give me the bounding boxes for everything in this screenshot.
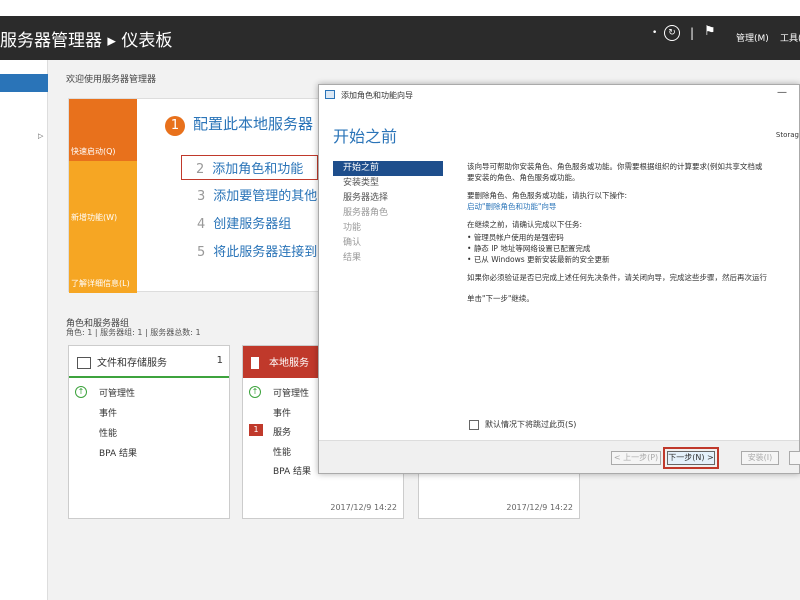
card-row-services[interactable]: 服务	[273, 425, 291, 438]
continue-note: 单击"下一步"继续。	[467, 294, 534, 303]
next-button[interactable]: 下一步(N) >	[667, 451, 715, 465]
card-row-bpa[interactable]: BPA 结果	[273, 464, 311, 477]
card-row-bpa[interactable]: BPA 结果	[99, 446, 137, 459]
flag-icon[interactable]: ⚑	[704, 24, 716, 39]
checkbox-box[interactable]	[469, 419, 479, 430]
bullet-text: 静态 IP 地址等网络设置已配置完成	[473, 244, 591, 253]
top-band	[0, 0, 800, 16]
bullet-item: • 管理员帐户使用的是强密码	[467, 233, 564, 242]
step-add-roles-features[interactable]: 2 添加角色和功能	[181, 155, 319, 180]
nav-confirmation: 确认	[343, 238, 362, 248]
bullet-item: • 已从 Windows 更新安装最新的安全更新	[467, 255, 610, 264]
skip-page-checkbox[interactable]: 默认情况下将跳过此页(S)	[469, 419, 576, 430]
tile-learn-more[interactable]: 了解详细信息(L)	[69, 227, 137, 293]
card-row-events[interactable]: 事件	[273, 406, 291, 419]
nav-features: 功能	[343, 223, 362, 233]
card-title-text: 文件和存储服务	[97, 358, 167, 369]
step-number: 2	[196, 162, 205, 177]
nav-before-you-begin[interactable]: 开始之前	[333, 161, 443, 176]
card-row-events[interactable]: 事件	[99, 406, 117, 419]
intro-line-2: 要安装的角色、角色服务或功能。	[467, 173, 580, 182]
wizard-content: 该向导可帮助你安装角色、角色服务或功能。你需要根据组织的计算要求(例如共享文档或…	[467, 161, 800, 311]
dropdown-dot[interactable]: •	[652, 28, 657, 38]
tile-label: 了解详细信息(L)	[71, 279, 130, 288]
install-button[interactable]: 安装(I)	[741, 451, 779, 465]
nav-results: 结果	[343, 253, 362, 263]
step-label: 配置此本地服务器	[193, 115, 314, 133]
checkbox-label: 默认情况下将跳过此页(S)	[485, 420, 577, 429]
remove-instructions: 要删除角色、角色服务或功能，请执行以下操作:	[467, 191, 628, 200]
bullet-text: 管理员帐户使用的是强密码	[473, 233, 564, 242]
step-configure-local-server[interactable]: 1 配置此本地服务器	[165, 113, 313, 136]
tile-whats-new[interactable]: 新增功能(W)	[69, 161, 137, 227]
minimize-icon[interactable]: —	[777, 87, 787, 98]
card-title-text: 本地服务	[269, 358, 309, 369]
nav-server-selection[interactable]: 服务器选择	[333, 191, 443, 206]
step-add-other-servers[interactable]: 3 添加要管理的其他	[197, 185, 317, 204]
step-create-server-group[interactable]: 4 创建服务器组	[197, 213, 291, 232]
step-number: 3	[197, 189, 206, 204]
intro-line-1: 该向导可帮助你安装角色、角色服务或功能。你需要根据组织的计算要求(例如共享文档或	[467, 162, 763, 171]
manage-menu[interactable]: 管理(M)	[736, 31, 769, 44]
bullet-item: • 静态 IP 地址等网络设置已配置完成	[467, 244, 591, 253]
verify-tasks-text: 在继续之前，请确认完成以下任务:	[467, 220, 583, 229]
card-title: 文件和存储服务 1	[69, 346, 229, 378]
dialog-heading: 开始之前	[333, 127, 398, 146]
destination-server-label: Storag	[775, 131, 799, 139]
wizard-icon	[325, 90, 335, 99]
file-server-icon	[77, 357, 91, 369]
remove-roles-link[interactable]: 启动"删除角色和功能"向导	[467, 202, 556, 211]
card-row-performance[interactable]: 性能	[99, 426, 117, 439]
step-number: 5	[197, 245, 206, 260]
tile-label: 快速启动(Q)	[71, 147, 116, 156]
cancel-button[interactable]	[789, 451, 800, 465]
dialog-title: 添加角色和功能向导	[341, 91, 413, 100]
card-timestamp: 2017/12/9 14:22	[506, 503, 573, 512]
step-label: 添加角色和功能	[212, 162, 304, 177]
dialog-titlebar[interactable]: 添加角色和功能向导 —	[319, 85, 799, 105]
sidebar: ▷	[0, 60, 48, 600]
step-number: 4	[197, 217, 206, 232]
wizard-nav: 开始之前 安装类型 服务器选择 服务器角色 功能 确认 结果	[333, 161, 443, 266]
step-label: 将此服务器连接到	[213, 245, 318, 260]
breadcrumb-title: 服务器管理器 ▸ 仪表板	[0, 31, 173, 51]
step-number: 1	[165, 116, 185, 136]
card-timestamp: 2017/12/9 14:22	[330, 503, 397, 512]
tile-label: 新增功能(W)	[71, 213, 118, 222]
tile-quick-start[interactable]: 快速启动(Q)	[69, 99, 137, 161]
bullet-text: 已从 Windows 更新安装最新的安全更新	[473, 255, 610, 264]
previous-button[interactable]: < 上一步(P)	[611, 451, 661, 465]
roles-section-subtitle: 角色: 1 | 服务器组: 1 | 服务器总数: 1	[66, 328, 201, 337]
sidebar-item-dashboard[interactable]	[0, 74, 48, 92]
step-label: 添加要管理的其他	[213, 189, 318, 204]
ok-arrow-icon: ↑	[249, 386, 261, 398]
alert-count-badge: 1	[249, 424, 263, 436]
expand-arrow-icon[interactable]: ▷	[38, 132, 43, 140]
divider: |	[690, 26, 695, 40]
add-roles-wizard-dialog: 添加角色和功能向导 — 开始之前 Storag 开始之前 安装类型 服务器选择 …	[318, 84, 800, 474]
prereq-note: 如果你必须验证是否已完成上述任何先决条件，请关闭向导，完成这些步骤，然后再次运行	[467, 273, 767, 282]
nav-server-roles: 服务器角色	[343, 208, 389, 218]
refresh-icon[interactable]: ↻	[664, 25, 680, 41]
card-file-storage[interactable]: 文件和存储服务 1 ↑ 可管理性 事件 性能 BPA 结果	[68, 345, 230, 519]
app-header: 服务器管理器 ▸ 仪表板 • ↻ | ⚑ 管理(M) 工具(	[0, 16, 800, 60]
step-connect-cloud[interactable]: 5 将此服务器连接到	[197, 241, 317, 260]
card-row-manageability[interactable]: 可管理性	[273, 386, 309, 399]
tools-menu[interactable]: 工具(	[780, 31, 800, 44]
card-row-performance[interactable]: 性能	[273, 445, 291, 458]
step-label: 创建服务器组	[213, 217, 292, 232]
server-icon	[251, 357, 259, 369]
ok-arrow-icon: ↑	[75, 386, 87, 398]
dialog-button-bar: < 上一步(P) 下一步(N) > 安装(I)	[319, 440, 800, 473]
card-row-manageability[interactable]: 可管理性	[99, 386, 135, 399]
nav-installation-type[interactable]: 安装类型	[333, 176, 443, 191]
welcome-title: 欢迎使用服务器管理器	[66, 75, 157, 85]
card-count: 1	[216, 355, 223, 366]
